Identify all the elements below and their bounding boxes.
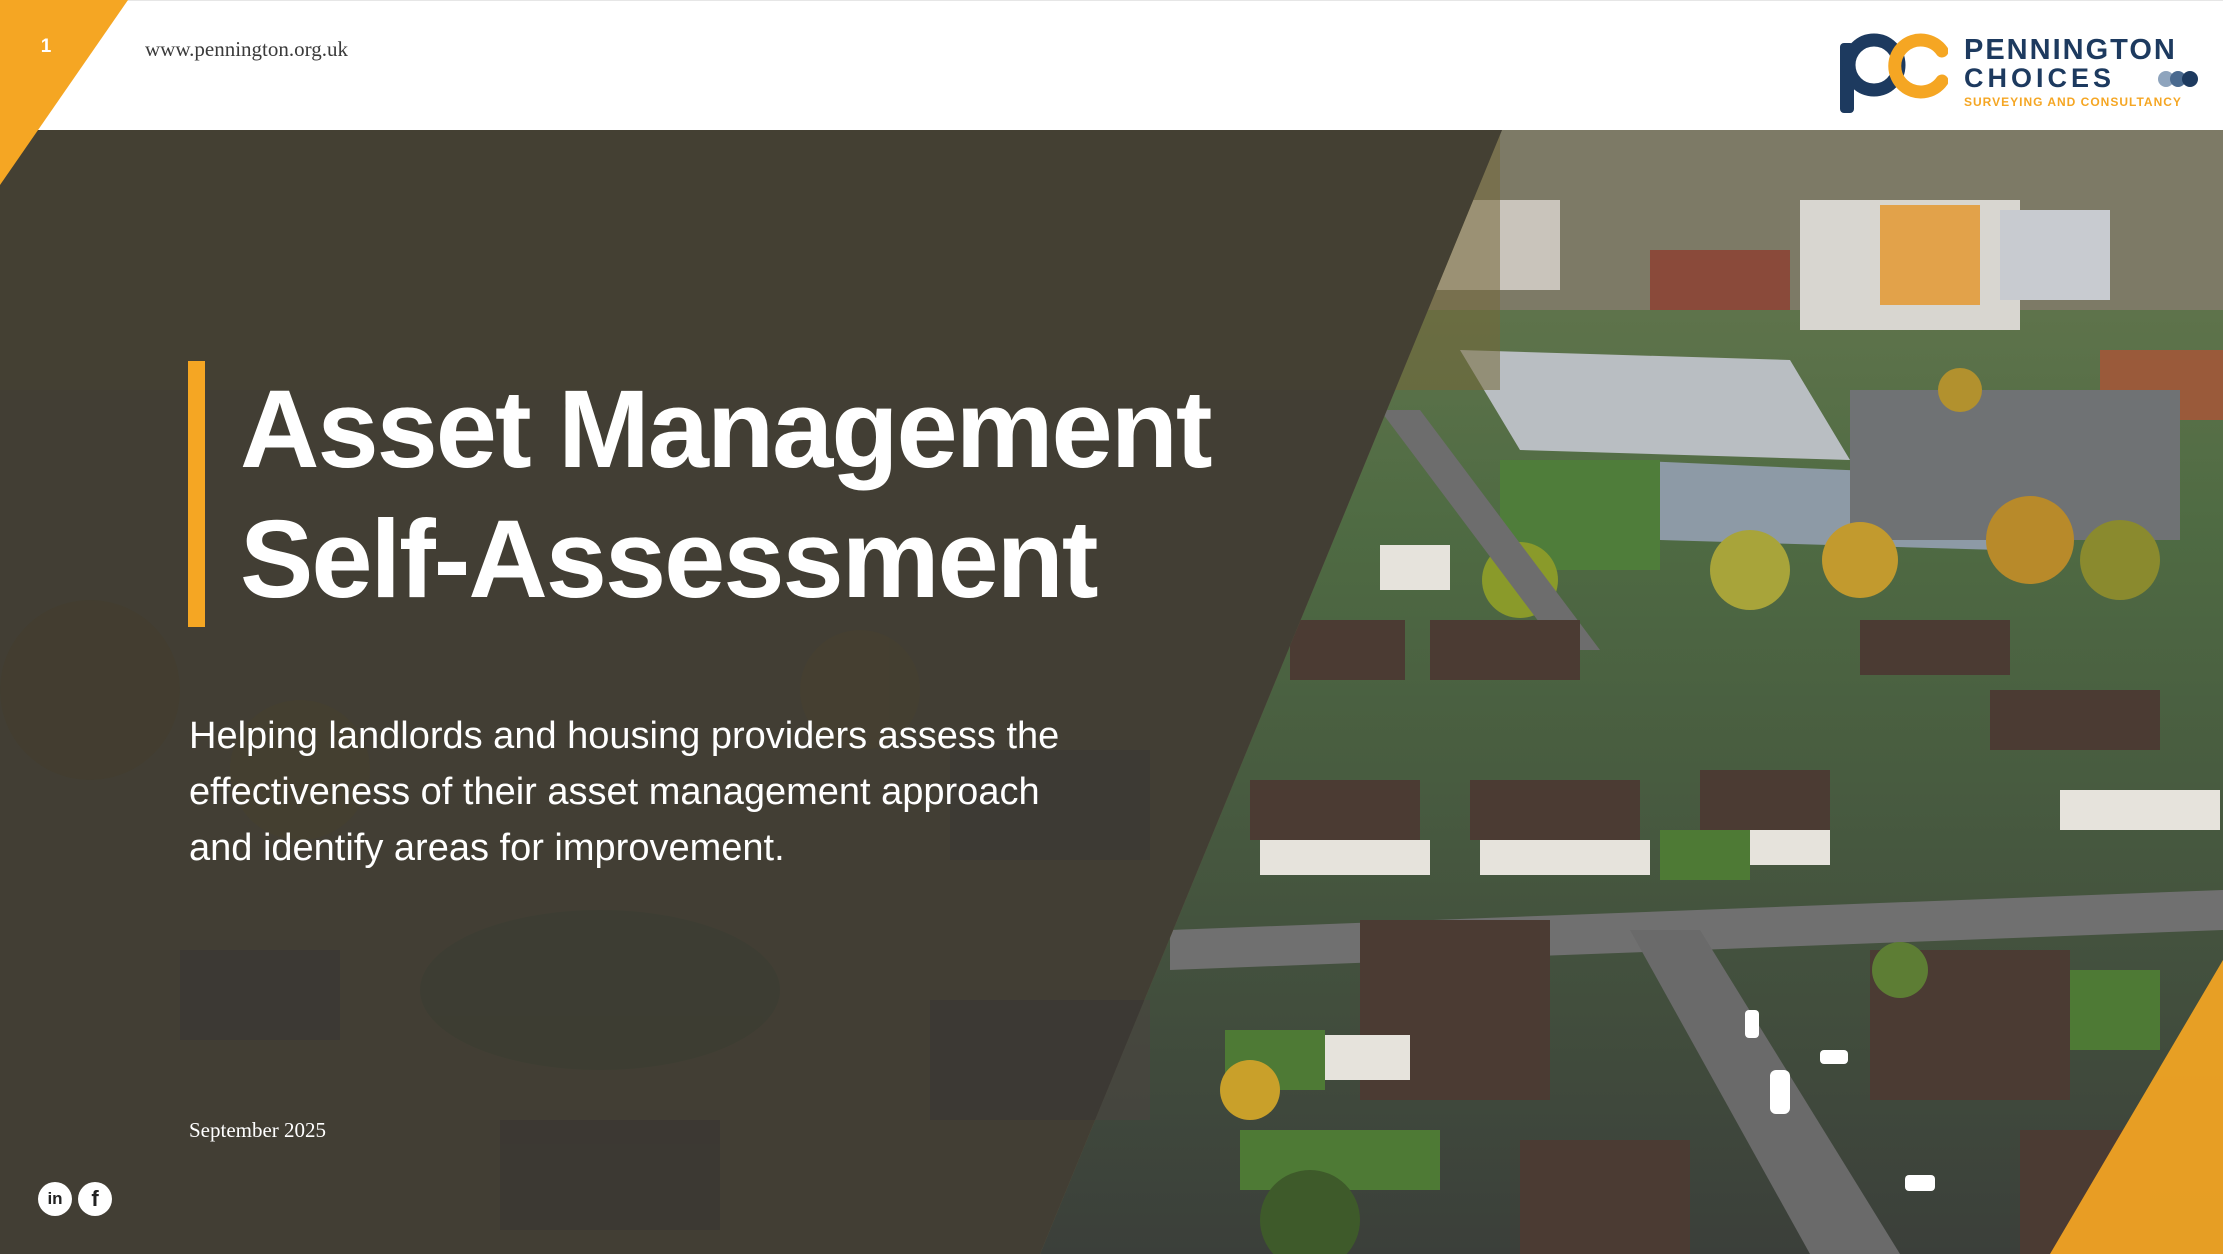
logo-subname: CHOICES [1964, 63, 2116, 93]
aerial-photo-background [0, 130, 2223, 1254]
logo-name: PENNINGTON [1964, 34, 2177, 66]
page-number: 1 [40, 36, 52, 57]
website-link[interactable]: www.pennington.org.uk [145, 37, 348, 62]
logo-tagline: SURVEYING AND CONSULTANCY [1964, 95, 2182, 109]
subtitle: Helping landlords and housing providers … [189, 715, 1060, 869]
linkedin-icon[interactable]: in [38, 1182, 72, 1216]
slide: www.pennington.org.uk PENNINGTON CHOICES… [0, 0, 2223, 1254]
header-bar: www.pennington.org.uk PENNINGTON CHOICES… [0, 0, 2223, 130]
pc-logo-mark [1840, 33, 1948, 113]
hero-section: Asset Management Self-Assessment Helping… [0, 130, 2223, 1254]
logo: PENNINGTON CHOICES SURVEYING AND CONSULT… [1838, 29, 2198, 115]
page-title: Asset Management Self-Assessment [240, 365, 1213, 625]
corner-accent [0, 0, 128, 185]
facebook-icon[interactable]: f [78, 1182, 112, 1216]
title-line-1: Asset Management [240, 368, 1213, 491]
title-line-2: Self-Assessment [240, 498, 1098, 621]
publication-date: September 2025 [189, 1118, 327, 1142]
title-accent-bar [188, 361, 205, 627]
